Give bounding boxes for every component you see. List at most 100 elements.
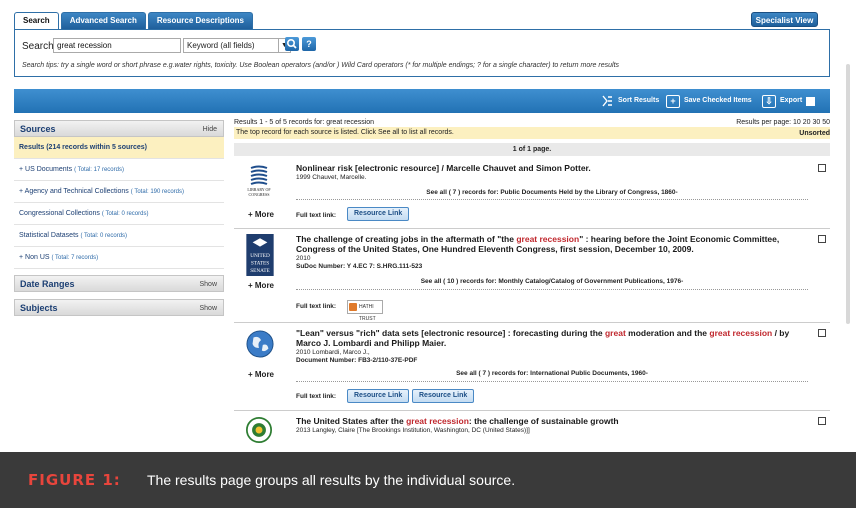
resource-link-button[interactable]: Resource Link <box>347 207 410 221</box>
sidebar-item-total: ( Total: 0 records) <box>101 211 149 217</box>
svg-text:STATES: STATES <box>251 260 269 266</box>
search-label: Search <box>22 41 54 52</box>
results-pane: Results 1 - 5 of 5 records for: great re… <box>234 117 830 447</box>
sidebar-item-label: Statistical Datasets <box>19 232 79 239</box>
save-checked-label: Save Checked Items <box>684 97 752 104</box>
sidebar-item-non-us[interactable]: + Non US ( Total: 7 records) <box>14 247 224 269</box>
resource-link-button[interactable]: Resource Link <box>347 389 410 403</box>
record-checkbox[interactable] <box>818 329 826 337</box>
divider <box>296 199 808 200</box>
hathitrust-label: HATHI TRUST <box>359 304 376 322</box>
figure-text: The results page groups all results by t… <box>147 472 516 488</box>
export-label: Export <box>780 97 803 104</box>
record-meta: 2010 Lombardi, Marco J., <box>296 349 370 356</box>
sort-results-button[interactable]: Sort Results <box>600 94 659 108</box>
hathitrust-link[interactable]: HATHI TRUST <box>347 300 383 322</box>
full-text-label: Full text link: <box>296 212 337 219</box>
department-of-energy-seal <box>246 417 272 443</box>
result-record: LIBRARY OF CONGRESS Nonlinear risk [elec… <box>234 159 830 229</box>
sort-icon <box>602 95 612 107</box>
results-toolbar: Sort Results + Save Checked Items ⇩ Expo… <box>14 89 830 113</box>
result-record: The United States after the great recess… <box>234 412 830 447</box>
help-button[interactable]: ? <box>302 37 316 51</box>
divider <box>296 381 808 382</box>
record-checkbox[interactable] <box>818 164 826 172</box>
sidebar-item-label: + Agency and Technical Collections <box>19 188 129 195</box>
pagination: 1 of 1 page. <box>234 143 830 156</box>
scrollbar-thumb[interactable] <box>846 64 850 324</box>
title-highlight: great recession <box>709 328 773 338</box>
title-text: The challenge of creating jobs in the af… <box>296 234 517 244</box>
sidebar-item-label: + US Documents <box>19 166 73 173</box>
results-summary[interactable]: Results (214 records within 5 sources) <box>14 137 224 159</box>
svg-text:CONGRESS: CONGRESS <box>249 192 270 197</box>
results-count: Results 1 - 5 of 5 records for: great re… <box>234 119 375 126</box>
record-document-number: Document Number: FB3-2/110-37E-PDF <box>296 357 418 364</box>
more-toggle[interactable]: + More <box>248 210 274 219</box>
sort-status: Unsorted <box>799 130 830 137</box>
search-go-button[interactable] <box>285 37 299 51</box>
sidebar-item-agency-collections[interactable]: + Agency and Technical Collections ( Tot… <box>14 181 224 203</box>
record-checkbox[interactable] <box>818 235 826 243</box>
sidebar-item-congressional[interactable]: Congressional Collections ( Total: 0 rec… <box>14 203 224 225</box>
sidebar-item-total: ( Total: 17 records) <box>74 167 124 173</box>
record-title[interactable]: The challenge of creating jobs in the af… <box>296 234 808 254</box>
sidebar: Sources Hide Results (214 records within… <box>14 120 224 316</box>
tab-advanced-search[interactable]: Advanced Search <box>60 12 146 29</box>
magnifier-icon <box>286 38 297 49</box>
subjects-header[interactable]: Subjects Show <box>14 299 224 316</box>
globe-icon <box>246 330 274 358</box>
results-per-page[interactable]: Results per page: 10 20 30 50 <box>736 119 830 126</box>
sidebar-item-label: + Non US <box>19 254 50 261</box>
title-text: "Lean" versus "rich" data sets [electron… <box>296 328 605 338</box>
sidebar-item-us-documents[interactable]: + US Documents ( Total: 17 records) <box>14 159 224 181</box>
sources-title: Sources <box>20 124 56 134</box>
svg-text:UNITED: UNITED <box>250 253 270 259</box>
title-highlight: great recession <box>406 416 469 426</box>
full-text-label: Full text link: <box>296 393 337 400</box>
search-field-value: Keyword (all fields) <box>187 41 255 50</box>
tab-search[interactable]: Search <box>14 12 59 30</box>
title-highlight: great <box>604 328 626 338</box>
record-checkbox[interactable] <box>818 417 826 425</box>
record-title[interactable]: Nonlinear risk [electronic resource] / M… <box>296 163 808 173</box>
specialist-view-button[interactable]: Specialist View <box>751 12 818 27</box>
see-all-link[interactable]: See all ( 10 ) records for: Monthly Cata… <box>296 278 808 285</box>
more-toggle[interactable]: + More <box>248 281 274 290</box>
search-input[interactable] <box>53 38 181 53</box>
see-all-link[interactable]: See all ( 7 ) records for: Public Docume… <box>296 189 808 196</box>
see-all-link[interactable]: See all ( 7 ) records for: International… <box>296 370 808 377</box>
search-field-select[interactable]: Keyword (all fields) ▼ <box>183 38 291 53</box>
title-text: moderation and the <box>625 328 710 338</box>
record-title[interactable]: The United States after the great recess… <box>296 416 808 426</box>
figure-label: FIGURE 1: <box>28 471 121 489</box>
figure-caption: FIGURE 1: The results page groups all re… <box>0 452 856 508</box>
search-tabs: Search Advanced Search Resource Descript… <box>14 12 253 30</box>
result-record: UNITED STATES SENATE The challenge of cr… <box>234 230 830 323</box>
tab-resource-descriptions[interactable]: Resource Descriptions <box>147 12 253 29</box>
sidebar-item-statistical[interactable]: Statistical Datasets ( Total: 0 records) <box>14 225 224 247</box>
sidebar-item-total: ( Total: 190 records) <box>130 189 185 195</box>
export-checkbox[interactable] <box>806 96 816 106</box>
full-text-label: Full text link: <box>296 303 337 310</box>
hathitrust-logo-icon <box>349 303 357 311</box>
subjects-show-link[interactable]: Show <box>199 305 217 312</box>
more-toggle[interactable]: + More <box>248 370 274 379</box>
save-checked-button[interactable]: + Save Checked Items <box>666 94 752 108</box>
date-ranges-show-link[interactable]: Show <box>199 281 217 288</box>
export-button[interactable]: ⇩ Export <box>762 94 816 108</box>
date-ranges-header[interactable]: Date Ranges Show <box>14 275 224 292</box>
sources-hide-link[interactable]: Hide <box>203 126 217 133</box>
sidebar-item-total: ( Total: 0 records) <box>80 233 128 239</box>
svg-text:SENATE: SENATE <box>250 268 270 274</box>
sort-results-label: Sort Results <box>618 97 660 104</box>
divider <box>296 289 808 290</box>
scrollbar[interactable] <box>844 4 852 444</box>
search-header: Search Advanced Search Resource Descript… <box>0 0 856 86</box>
resource-link-button-2[interactable]: Resource Link <box>412 389 475 403</box>
record-title[interactable]: "Lean" versus "rich" data sets [electron… <box>296 328 808 348</box>
library-of-congress-logo: LIBRARY OF CONGRESS <box>247 165 271 197</box>
add-folder-icon: + <box>666 94 680 108</box>
export-icon: ⇩ <box>762 94 776 108</box>
us-senate-logo: UNITED STATES SENATE <box>246 234 274 276</box>
